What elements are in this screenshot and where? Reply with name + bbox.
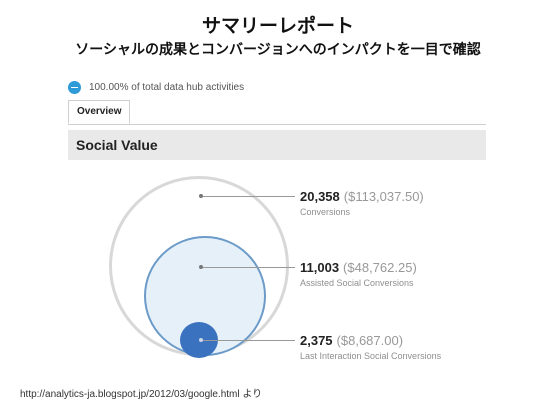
metric-label: Conversions [300, 207, 351, 217]
metric-money: ($113,037.50) [343, 189, 424, 204]
metric-last-interaction: 2,375 ($8,687.00) Last Interaction Social… [300, 332, 441, 361]
segment-row: 100.00% of total data hub activities [68, 79, 244, 95]
metric-assisted-conversions: 11,003 ($48,762.25) Assisted Social Conve… [300, 259, 417, 288]
section-title: Social Value [68, 130, 486, 160]
metric-label: Last Interaction Social Conversions [300, 351, 442, 361]
leader-line-last-interaction [203, 340, 295, 341]
segment-toggle-icon[interactable] [68, 80, 81, 94]
metric-money: ($8,687.00) [336, 333, 404, 348]
metric-value: 2,375 [300, 333, 333, 348]
metric-conversions: 20,358 ($113,037.50) Conversions [300, 188, 424, 217]
metric-money: ($48,762.25) [343, 260, 417, 275]
tab-overview[interactable]: Overview [68, 100, 131, 124]
slide-subtitle: ソーシャルの成果とコンバージョンへのインパクトを一目で確認 [75, 42, 481, 58]
source-url: http://analytics-ja.blogspot.jp/2012/03/… [20, 389, 263, 400]
segment-text: 100.00% of total data hub activities [89, 81, 245, 93]
leader-line-conversions [203, 196, 295, 197]
metric-label: Assisted Social Conversions [300, 278, 414, 288]
leader-line-assisted [203, 267, 295, 268]
metric-value: 20,358 [300, 189, 340, 204]
tab-bar: Overview [68, 100, 486, 125]
slide-title: サマリーレポート [201, 15, 354, 37]
metric-value: 11,003 [300, 260, 340, 275]
